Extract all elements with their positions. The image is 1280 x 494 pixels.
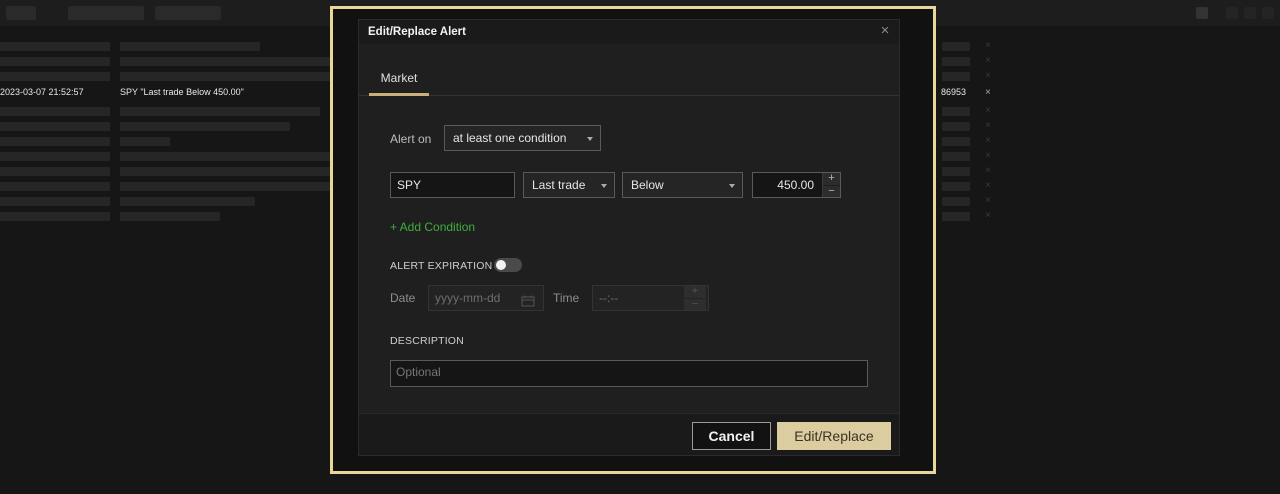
alert-on-label: Alert on [390,132,432,146]
alert-expiration-label: ALERT EXPIRATION [390,260,493,272]
dialog-header: Edit/Replace Alert × [359,20,899,44]
cancel-button[interactable]: Cancel [692,422,771,450]
field-select[interactable]: Last trade [523,172,615,198]
tab-bar: Market [359,44,899,96]
background-toolbar-icon [1196,7,1208,19]
time-stepper: + − [684,286,706,310]
calendar-icon [521,292,535,307]
time-increment-button[interactable]: + [684,286,706,298]
decrement-button[interactable]: − [823,185,840,197]
row-description: SPY "Last trade Below 450.00" [120,87,244,97]
date-input[interactable]: yyyy-mm-dd [428,285,544,311]
date-placeholder: yyyy-mm-dd [435,291,501,305]
operator-value: Below [631,178,664,192]
time-input[interactable]: --:-- + − [592,285,709,311]
row-timestamp: 2023-03-07 21:52:57 [0,87,84,97]
dialog-footer: Cancel Edit/Replace [359,413,899,455]
time-decrement-button[interactable]: − [684,298,706,310]
dialog-title: Edit/Replace Alert [368,26,466,38]
row-id: 86953 [941,87,967,97]
description-label: DESCRIPTION [390,335,464,347]
field-value: Last trade [532,178,586,192]
edit-replace-button[interactable]: Edit/Replace [777,422,891,450]
background-toolbar-item [155,6,221,20]
alert-on-select[interactable]: at least one condition [444,125,601,151]
date-label: Date [390,291,416,305]
edit-replace-alert-dialog: Edit/Replace Alert × Market Alert on at … [358,19,900,456]
value-text: 450.00 [777,178,814,192]
symbol-input[interactable]: SPY [390,172,515,198]
toggle-knob [496,260,506,270]
background-toolbar-icon [1262,7,1274,19]
time-label: Time [553,291,580,305]
background-toolbar-icon [1226,7,1238,19]
description-input[interactable]: Optional [390,360,868,387]
background-toolbar-item [68,6,144,20]
alert-expiration-toggle[interactable] [494,258,522,272]
chevron-down-icon [729,184,735,188]
row-remove-icon[interactable]: × [985,87,991,98]
tab-market[interactable]: Market [369,70,429,96]
chevron-down-icon [587,137,593,141]
close-icon[interactable]: × [877,23,893,40]
time-placeholder: --:-- [599,291,619,305]
value-stepper: + − [822,173,840,197]
add-condition-link[interactable]: + Add Condition [390,220,475,234]
alert-on-value: at least one condition [453,131,567,145]
background-toolbar-icon [1244,7,1256,19]
increment-button[interactable]: + [823,173,840,185]
value-input[interactable]: 450.00 + − [752,172,841,198]
chevron-down-icon [601,184,607,188]
operator-select[interactable]: Below [622,172,743,198]
background-toolbar-item [6,6,36,20]
